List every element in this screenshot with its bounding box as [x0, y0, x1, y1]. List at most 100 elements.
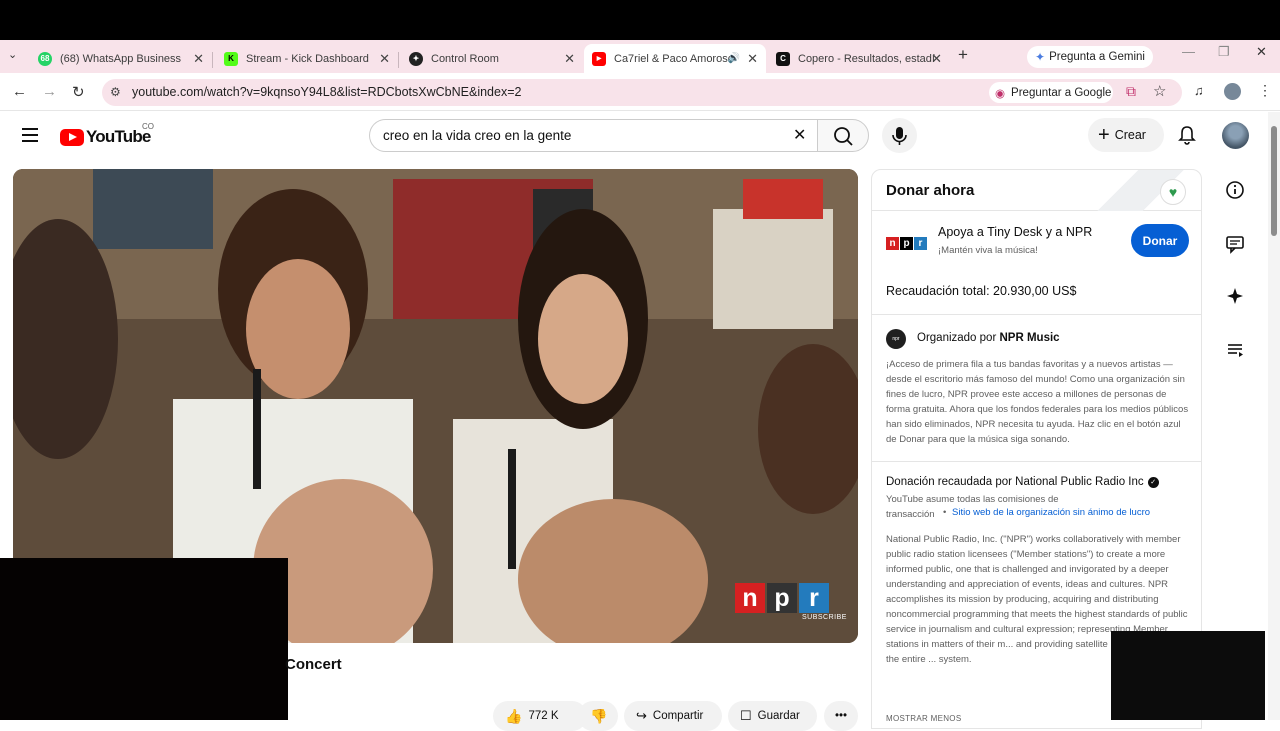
youtube-tab-icon: ▶ — [592, 51, 606, 66]
tab-divider — [212, 52, 213, 68]
site-info-icon[interactable]: ⚙ — [110, 85, 121, 99]
tab-title: Control Room — [431, 52, 499, 65]
country-code: CO — [142, 122, 154, 131]
new-tab-button[interactable]: + — [958, 45, 968, 65]
donation-panel-header: Donar ahora ♥ — [872, 170, 1201, 211]
chat-icon[interactable] — [1224, 233, 1246, 260]
share-label: Compartir — [652, 710, 704, 722]
support-heading: Apoya a Tiny Desk y a NPR — [938, 225, 1093, 239]
close-tab-icon[interactable]: ✕ — [193, 51, 204, 67]
search-button[interactable] — [817, 119, 869, 152]
notifications-button[interactable] — [1176, 124, 1198, 151]
npr-watermark[interactable]: n p r — [735, 583, 829, 613]
npr-music-avatar[interactable]: npr — [886, 329, 906, 349]
back-icon[interactable]: ← — [12, 83, 27, 100]
subscribe-watermark: SUBSCRIBE — [802, 614, 847, 621]
close-tab-icon[interactable]: ✕ — [379, 51, 390, 67]
audio-playing-icon[interactable]: 🔊 — [728, 53, 740, 64]
npr-watermark-p: p — [767, 583, 797, 613]
profile-avatar[interactable] — [1224, 83, 1241, 100]
playlist-icon[interactable] — [1224, 339, 1246, 366]
heart-donation-icon: ♥ — [1160, 179, 1186, 205]
bullet-separator: • — [943, 507, 947, 518]
maximize-icon[interactable]: ❐ — [1218, 44, 1230, 60]
verified-check-icon: ✓ — [1147, 476, 1159, 488]
tab-divider — [398, 52, 399, 68]
npr-logo: n p r — [886, 237, 927, 250]
create-button[interactable]: + Crear — [1088, 118, 1164, 152]
donation-panel-title: Donar ahora — [886, 182, 975, 199]
divider — [872, 314, 1201, 315]
tab-title: (68) WhatsApp Business — [60, 52, 182, 65]
organizer-line: Organizado por NPR Music — [917, 332, 1060, 344]
create-label: Crear — [1114, 128, 1146, 142]
clear-search-icon[interactable]: ✕ — [793, 125, 806, 145]
bookmark-star-icon[interactable]: ☆ — [1153, 82, 1166, 100]
video-title: Concert — [285, 656, 342, 673]
minimize-icon[interactable]: — — [1182, 44, 1195, 59]
sparkle-ai-icon[interactable] — [1224, 285, 1246, 312]
reload-icon[interactable]: ↻ — [72, 83, 85, 101]
tab-copero[interactable]: C Copero - Resultados, estadí ✕ — [768, 44, 950, 73]
raised-by-line: Donación recaudada por National Public R… — [886, 476, 1159, 488]
tab-control-room[interactable]: ✦ Control Room ✕ — [401, 44, 583, 73]
tab-search-icon[interactable]: ⌄ — [8, 48, 17, 61]
scrollbar-thumb[interactable] — [1271, 126, 1277, 236]
save-icon: ☐ — [740, 708, 752, 723]
save-label: Guardar — [757, 710, 800, 722]
guide-menu-icon[interactable] — [22, 128, 38, 142]
close-tab-icon[interactable]: ✕ — [931, 51, 942, 67]
account-avatar[interactable] — [1222, 122, 1249, 149]
url-text[interactable]: youtube.com/watch?v=9kqnsoY94L8&list=RDC… — [132, 85, 521, 99]
dislike-button[interactable]: 👎 — [578, 701, 618, 731]
organizer-name[interactable]: NPR Music — [999, 332, 1059, 344]
nonprofit-website-link[interactable]: Sitio web de la organización sin ánimo d… — [952, 507, 1150, 518]
npr-logo-n: n — [886, 237, 899, 250]
info-icon[interactable] — [1224, 179, 1246, 206]
lens-icon: ◉ — [995, 87, 1006, 100]
save-button[interactable]: ☐ Guardar — [728, 701, 817, 731]
npr-watermark-r: r — [799, 583, 829, 613]
support-tagline: ¡Mantén viva la música! — [938, 245, 1038, 256]
tab-kick[interactable]: K Stream - Kick Dashboard ✕ — [216, 44, 398, 73]
install-app-icon[interactable]: ⧉ — [1126, 83, 1136, 100]
close-tab-icon[interactable]: ✕ — [747, 51, 758, 67]
share-button[interactable]: ↪ Compartir — [624, 701, 722, 731]
forward-icon[interactable]: → — [42, 83, 57, 100]
kick-icon: K — [224, 51, 238, 66]
thumbs-down-icon: 👎 — [590, 707, 608, 724]
preguntar-google-label: Preguntar a Google — [1011, 86, 1112, 99]
youtube-logo[interactable]: YouTube CO — [60, 122, 154, 147]
campaign-description: ¡Acceso de primera fila a tus bandas fav… — [886, 359, 1189, 445]
close-window-icon[interactable]: ✕ — [1256, 44, 1267, 60]
preguntar-google-button[interactable]: ◉ Preguntar a Google — [989, 82, 1113, 103]
control-room-icon: ✦ — [409, 51, 423, 66]
npr-logo-r: r — [914, 237, 927, 250]
youtube-play-icon — [60, 128, 84, 146]
page-scrollbar[interactable] — [1268, 112, 1280, 720]
gemini-button[interactable]: ✦ Pregunta a Gemini — [1027, 46, 1153, 68]
tab-title: Copero - Resultados, estadí — [798, 52, 935, 65]
like-button[interactable]: 👍 772 K — [493, 701, 587, 731]
gemini-icon: ✦ — [1035, 50, 1046, 64]
organized-prefix: Organizado por — [917, 332, 997, 344]
search-icon — [834, 127, 853, 146]
bell-icon — [1178, 126, 1196, 145]
microphone-icon — [892, 127, 907, 145]
close-tab-icon[interactable]: ✕ — [564, 51, 575, 67]
donate-button[interactable]: Donar — [1131, 224, 1189, 257]
more-actions-button[interactable]: ••• — [824, 701, 858, 731]
menu-dots-icon[interactable]: ⋮ — [1258, 82, 1272, 99]
voice-search-button[interactable] — [882, 118, 917, 153]
tab-youtube-active[interactable]: ▶ Ca7riel & Paco Amoroso 🔊 ✕ — [584, 44, 766, 73]
search-input[interactable]: creo en la vida creo en la gente — [369, 119, 817, 152]
divider — [872, 461, 1201, 462]
media-control-icon[interactable]: ♫ — [1194, 83, 1204, 98]
tab-whatsapp[interactable]: 68 (68) WhatsApp Business ✕ — [30, 44, 212, 73]
npr-logo-p: p — [900, 237, 913, 250]
npr-watermark-n: n — [735, 583, 765, 613]
show-less-button[interactable]: MOSTRAR MENOS — [886, 714, 961, 723]
copero-icon: C — [776, 51, 790, 66]
youtube-wordmark: YouTube — [86, 127, 151, 146]
share-icon: ↪ — [636, 708, 647, 723]
